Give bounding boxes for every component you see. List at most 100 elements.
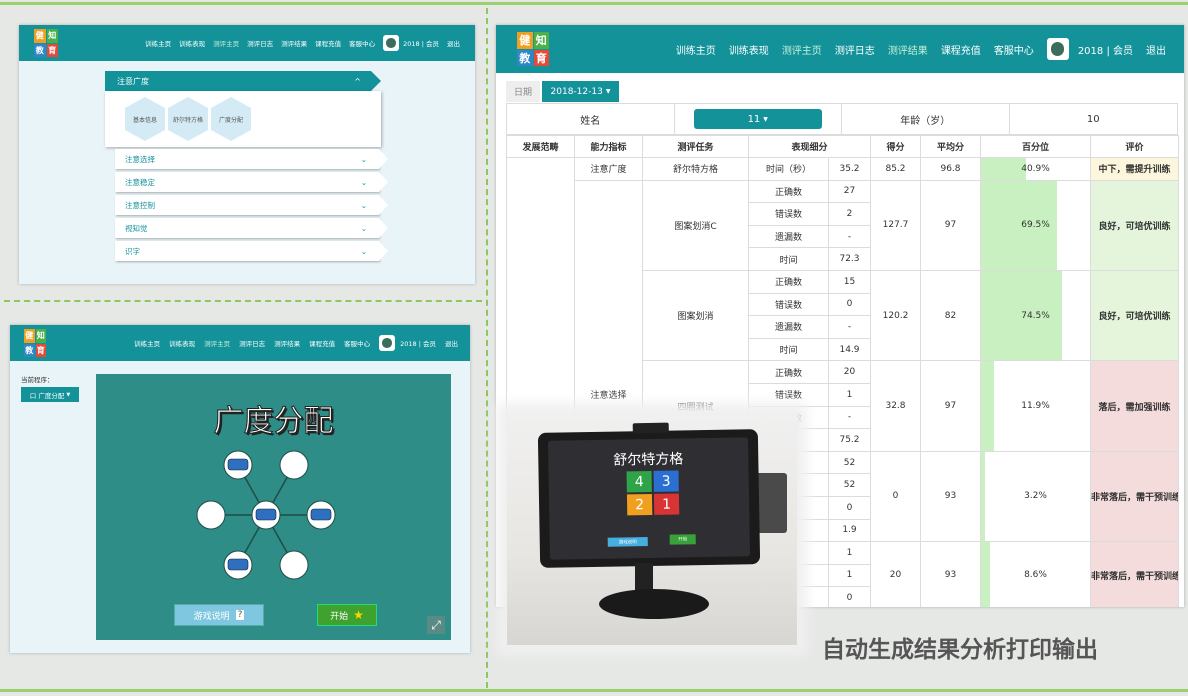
accordion-item-attention-selection[interactable]: 注意选择 ⌄ bbox=[115, 149, 388, 169]
date-select[interactable]: 2018-12-13 ▼ bbox=[542, 81, 619, 102]
hex-item-label: 舒尔特方格 bbox=[172, 116, 203, 124]
hex-item-basic[interactable]: 基本信息 bbox=[125, 97, 165, 141]
logo: 健 知 教 育 bbox=[34, 29, 58, 57]
nav-item[interactable]: 训练主页 bbox=[134, 338, 160, 348]
logo: 健 知 教 育 bbox=[24, 329, 46, 357]
accordion-item-literacy[interactable]: 识字 ⌄ bbox=[115, 241, 388, 261]
detail-label: 正确数 bbox=[748, 360, 829, 384]
nav-item[interactable]: 测评日志 bbox=[247, 38, 273, 48]
nav-item[interactable]: 客服中心 bbox=[344, 338, 370, 348]
nav-item[interactable]: 训练表现 bbox=[179, 38, 205, 48]
percentile-value: 11.9% bbox=[1021, 401, 1050, 412]
age-value: 10 bbox=[1086, 113, 1100, 125]
nav-item[interactable]: 训练表现 bbox=[169, 338, 195, 348]
nav-item[interactable]: 客服中心 bbox=[994, 42, 1034, 57]
panel-accordion-screenshot: 健 知 教 育 训练主页 训练表现 测评主页 测评日志 测评结果 课程充值 客服中心 2018… bbox=[19, 25, 475, 284]
detail-value: 1 bbox=[827, 382, 872, 407]
evaluation-cell: 落后，需加强训练 bbox=[1090, 360, 1180, 452]
accordion-item-visual-perception[interactable]: 视知觉 ⌄ bbox=[115, 218, 388, 238]
user-label[interactable]: 2018 | 会员 bbox=[1078, 42, 1133, 57]
game-canvas[interactable]: 广度分配 游戏说明? 开始 ★ ⤢ bbox=[96, 374, 451, 640]
percentile-cell: 40.9% bbox=[980, 157, 1092, 181]
hex-item-distribution[interactable]: 广度分配 bbox=[211, 97, 251, 141]
avg-cell: 96.8 bbox=[920, 157, 982, 181]
task-cell: 图案划消 bbox=[642, 269, 749, 362]
schulte-cell[interactable]: 4 bbox=[626, 470, 652, 493]
tablet-start-button[interactable]: 开始 bbox=[669, 534, 696, 545]
program-select-label: 口 广度分配 bbox=[29, 391, 65, 400]
program-label: 当前程序： bbox=[21, 376, 54, 384]
accordion-header-active[interactable]: 注意广度 ^ bbox=[105, 71, 381, 91]
accordion-item-label: 注意选择 bbox=[125, 154, 155, 164]
chevron-up-icon: ^ bbox=[354, 76, 361, 86]
game-start-button[interactable]: 开始 ★ bbox=[317, 604, 377, 626]
detail-label: 正确数 bbox=[748, 179, 829, 204]
column-header: 平均分 bbox=[920, 135, 982, 158]
star-icon: ★ bbox=[353, 608, 364, 622]
nav-item[interactable]: 测评结果 bbox=[274, 338, 300, 348]
percentile-cell: 11.9% bbox=[980, 360, 1092, 452]
info-row: 姓名 11 ▼ 年龄（岁） 10 bbox=[506, 103, 1178, 135]
nav-item[interactable]: 测评主页 bbox=[204, 338, 230, 348]
program-select[interactable]: 口 广度分配 ▼ bbox=[21, 387, 79, 402]
tablet-help-button[interactable]: 游戏说明 bbox=[607, 537, 648, 547]
caret-down-icon: ▼ bbox=[763, 115, 768, 123]
nav-item[interactable]: 课程充值 bbox=[309, 338, 335, 348]
column-header: 测评任务 bbox=[642, 135, 749, 158]
logo-char: 育 bbox=[46, 43, 58, 57]
detail-value: 0 bbox=[827, 586, 872, 607]
accordion-item-attention-stability[interactable]: 注意稳定 ⌄ bbox=[115, 172, 388, 192]
hex-item-label: 广度分配 bbox=[218, 116, 243, 124]
user-label[interactable]: 2018 | 会员 bbox=[400, 338, 436, 348]
name-cell: 11 ▼ bbox=[675, 104, 842, 134]
date-label: 日期 bbox=[506, 81, 540, 102]
user-label[interactable]: 2018 | 会员 bbox=[403, 38, 439, 48]
percentile-bar bbox=[981, 452, 985, 541]
logo-char: 健 bbox=[517, 32, 533, 49]
logo-char: 教 bbox=[34, 43, 46, 57]
nav-item[interactable]: 测评结果 bbox=[888, 42, 928, 57]
logout-link[interactable]: 退出 bbox=[447, 38, 460, 48]
evaluation-cell: 良好，可培优训练 bbox=[1090, 269, 1180, 362]
nav-item[interactable]: 测评日志 bbox=[239, 338, 265, 348]
logout-link[interactable]: 退出 bbox=[1146, 42, 1166, 57]
avatar[interactable] bbox=[1046, 38, 1069, 60]
tablet-device: 舒尔特方格 4 3 2 1 游戏说明 开始 bbox=[537, 422, 761, 568]
nav-item[interactable]: 训练主页 bbox=[676, 42, 716, 57]
nav-item[interactable]: 客服中心 bbox=[349, 38, 375, 48]
detail-value: 52 bbox=[827, 473, 872, 497]
accordion-item-label: 识字 bbox=[125, 246, 140, 256]
logo-char: 知 bbox=[533, 32, 549, 49]
nav-item[interactable]: 测评结果 bbox=[281, 38, 307, 48]
schulte-cell[interactable]: 1 bbox=[653, 493, 680, 515]
evaluation-cell: 中下，需提升训练 bbox=[1090, 157, 1180, 181]
hex-item-schulte[interactable]: 舒尔特方格 bbox=[168, 97, 208, 141]
accordion-item-attention-control[interactable]: 注意控制 ⌄ bbox=[115, 195, 388, 215]
nav-item[interactable]: 训练表现 bbox=[729, 42, 769, 57]
ability-cell: 注意广度 bbox=[574, 157, 643, 181]
column-header: 表现细分 bbox=[747, 135, 872, 158]
nav-item[interactable]: 测评日志 bbox=[835, 42, 875, 57]
nav-item[interactable]: 测评主页 bbox=[213, 38, 239, 48]
detail-label: 遗漏数 bbox=[748, 224, 829, 249]
name-select[interactable]: 11 ▼ bbox=[693, 109, 822, 129]
avatar[interactable] bbox=[383, 35, 400, 51]
avatar[interactable] bbox=[379, 335, 396, 351]
logout-link[interactable]: 退出 bbox=[445, 338, 458, 348]
game-help-button[interactable]: 游戏说明? bbox=[174, 604, 264, 626]
nav-bar: 健 知 教 育 训练主页 训练表现 测评主页 测评日志 测评结果 课程充值 客服中心 2018… bbox=[19, 25, 475, 61]
fullscreen-icon[interactable]: ⤢ bbox=[427, 616, 445, 634]
nav-bar: 健 知 教 育 训练主页 训练表现 测评主页 测评日志 测评结果 课程充值 客服中心 2018… bbox=[10, 325, 470, 361]
nav-item[interactable]: 训练主页 bbox=[145, 38, 171, 48]
nav-item[interactable]: 课程充值 bbox=[315, 38, 341, 48]
chevron-down-icon: ⌄ bbox=[360, 200, 367, 210]
nav-item[interactable]: 课程充值 bbox=[941, 42, 981, 57]
schulte-cell[interactable]: 2 bbox=[626, 493, 653, 516]
car-icon bbox=[255, 508, 277, 521]
nav-item[interactable]: 测评主页 bbox=[782, 42, 822, 57]
schulte-cell[interactable]: 3 bbox=[653, 470, 679, 492]
hex-item-label: 基本信息 bbox=[132, 116, 157, 124]
task-cell: 图案划消C bbox=[642, 179, 749, 271]
detail-label: 时间 bbox=[748, 337, 829, 362]
tablet-screen: 舒尔特方格 4 3 2 1 游戏说明 开始 bbox=[547, 437, 751, 560]
